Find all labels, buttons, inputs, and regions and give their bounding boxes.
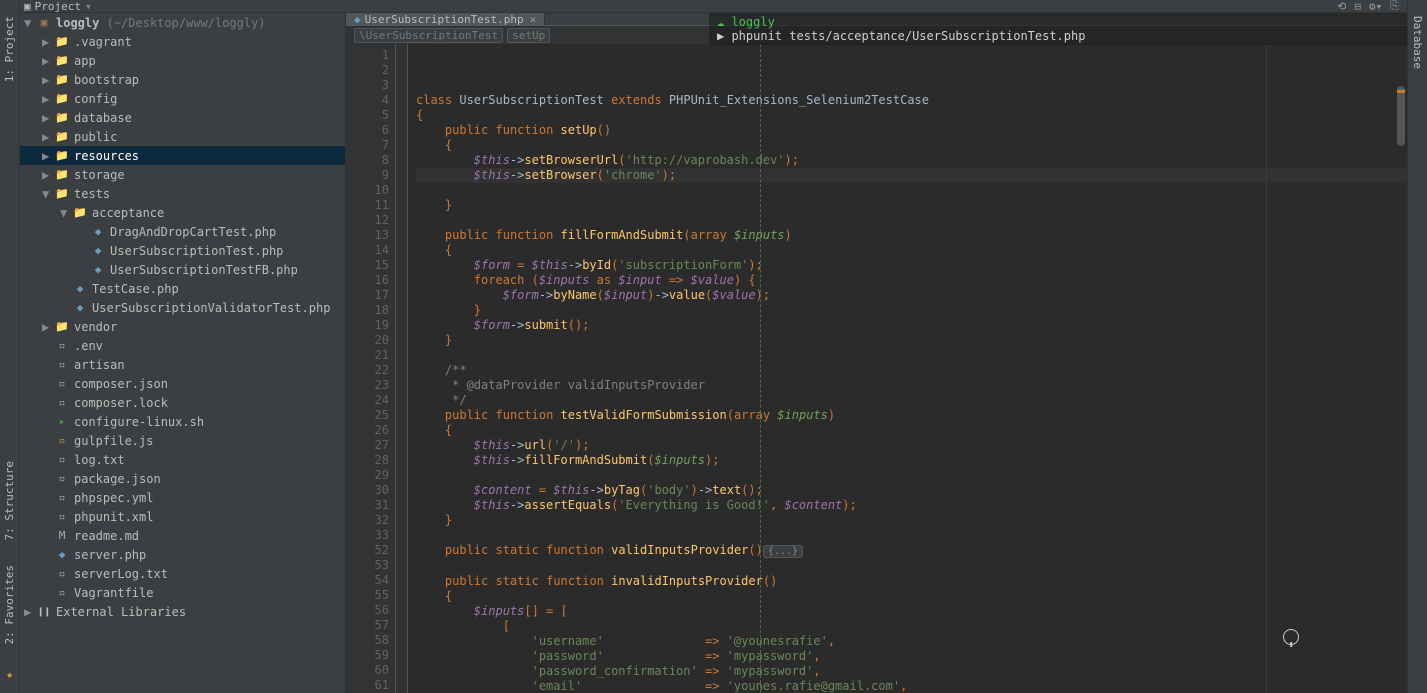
tree-folder[interactable]: ▶📁resources (20, 146, 345, 165)
tree-folder[interactable]: ▶📁bootstrap (20, 70, 345, 89)
breadcrumb-class[interactable]: \UserSubscriptionTest (354, 28, 503, 43)
breadcrumb-method[interactable]: setUp (507, 28, 550, 43)
tree-root[interactable]: ▼▣ loggly (~/Desktop/www/loggly) (20, 13, 345, 32)
library-icon: ❙❙ (36, 605, 52, 618)
tree-file[interactable]: ▫composer.lock (20, 393, 345, 412)
tree-folder[interactable]: ▶📁app (20, 51, 345, 70)
file-icon: ◆ (72, 301, 88, 314)
tree-folder[interactable]: ▶📁config (20, 89, 345, 108)
tab-filename: UserSubscriptionTest.php (365, 13, 524, 26)
project-label: Project (35, 0, 81, 13)
external-libraries[interactable]: ▶❙❙ External Libraries (20, 602, 345, 621)
php-file-icon: ◆ (354, 13, 361, 26)
tree-file[interactable]: ▫phpunit.xml (20, 507, 345, 526)
folder-icon: 📁 (54, 130, 70, 143)
tab-favorites-vertical[interactable]: 2: Favorites (1, 561, 18, 648)
file-icon: ◆ (90, 263, 106, 276)
file-icon: ◆ (72, 282, 88, 295)
tree-file[interactable]: ▫gulpfile.js (20, 431, 345, 450)
tree-file[interactable]: ◆UserSubscriptionTest.php (20, 241, 345, 260)
tab-project-vertical[interactable]: 1: Project (1, 12, 18, 86)
close-icon[interactable]: × (530, 13, 537, 26)
file-icon: ▫ (54, 510, 70, 523)
editor-tab[interactable]: ◆ UserSubscriptionTest.php × (346, 13, 545, 25)
tree-folder[interactable]: ▶📁storage (20, 165, 345, 184)
tree-file[interactable]: ◆UserSubscriptionTestFB.php (20, 260, 345, 279)
file-icon: ▫ (54, 472, 70, 485)
tree-folder[interactable]: ▶📁database (20, 108, 345, 127)
project-icon: ▣ (24, 0, 31, 13)
tree-file[interactable]: ▫log.txt (20, 450, 345, 469)
editor-tabbar: ◆ UserSubscriptionTest.php × (346, 13, 1407, 26)
tree-file[interactable]: ◆server.php (20, 545, 345, 564)
folder-icon: 📁 (54, 168, 70, 181)
code-area[interactable]: 1234567891011121314151617181920212223242… (346, 44, 1407, 693)
scrollbar-thumb[interactable] (1397, 86, 1405, 146)
code-content[interactable]: class UserSubscriptionTest extends PHPUn… (408, 44, 1407, 693)
hide-icon[interactable]: ⎘ (1390, 0, 1399, 13)
file-icon: ▫ (54, 434, 70, 447)
gear-icon[interactable]: ⚙▾ (1369, 0, 1382, 13)
tree-file[interactable]: ▫Vagrantfile (20, 583, 345, 602)
file-icon: ▸ (54, 415, 70, 428)
folder-icon: 📁 (54, 54, 70, 67)
file-icon: ▫ (54, 567, 70, 580)
folder-icon: 📁 (72, 206, 88, 219)
tree-file[interactable]: ◆TestCase.php (20, 279, 345, 298)
tree-file[interactable]: ◆UserSubscriptionValidatorTest.php (20, 298, 345, 317)
tree-folder[interactable]: ▼📁acceptance (20, 203, 345, 222)
file-icon: ▫ (54, 491, 70, 504)
tree-file[interactable]: ▫artisan (20, 355, 345, 374)
tree-folder[interactable]: ▶📁.vagrant (20, 32, 345, 51)
tree-file[interactable]: ▫composer.json (20, 374, 345, 393)
folder-icon: 📁 (54, 35, 70, 48)
folder-icon: 📁 (54, 187, 70, 200)
folder-icon: ▣ (36, 16, 52, 29)
folder-icon: 📁 (54, 111, 70, 124)
folder-icon: 📁 (54, 320, 70, 333)
star-icon: ★ (4, 664, 15, 685)
tree-file[interactable]: ▸configure-linux.sh (20, 412, 345, 431)
project-tree[interactable]: ▼▣ loggly (~/Desktop/www/loggly) ▶📁.vagr… (20, 13, 346, 693)
left-tool-gutter: 1: Project 7: Structure 2: Favorites ★ (0, 0, 20, 693)
file-icon: ▫ (54, 339, 70, 352)
scroll-icon[interactable]: ⟲ (1337, 0, 1346, 13)
file-icon: ◆ (90, 225, 106, 238)
tree-file[interactable]: ▫package.json (20, 469, 345, 488)
tree-folder[interactable]: ▶📁vendor (20, 317, 345, 336)
chevron-down-icon[interactable]: ▾ (85, 0, 92, 13)
file-icon: M (54, 529, 70, 542)
tree-file[interactable]: ▫serverLog.txt (20, 564, 345, 583)
file-icon: ▫ (54, 586, 70, 599)
tab-database-vertical[interactable]: Database (1409, 12, 1426, 73)
editor: ◆ UserSubscriptionTest.php × \UserSubscr… (346, 13, 1407, 693)
line-gutter: 1234567891011121314151617181920212223242… (346, 44, 396, 693)
folder-icon: 📁 (54, 149, 70, 162)
tree-file[interactable]: ◆DragAndDropCartTest.php (20, 222, 345, 241)
tab-structure-vertical[interactable]: 7: Structure (1, 457, 18, 544)
tree-file[interactable]: Mreadme.md (20, 526, 345, 545)
collapse-icon[interactable]: ⊟ (1354, 0, 1361, 13)
folder-icon: 📁 (54, 73, 70, 86)
fold-gutter[interactable] (396, 44, 408, 693)
folder-icon: 📁 (54, 92, 70, 105)
project-toolbar: ▣ Project ▾ ⟲ ⊟ ⚙▾ ⎘ (20, 0, 1407, 13)
file-icon: ▫ (54, 377, 70, 390)
breadcrumb[interactable]: \UserSubscriptionTest setUp (346, 26, 1407, 44)
tree-file[interactable]: ▫.env (20, 336, 345, 355)
tree-file[interactable]: ▫phpspec.yml (20, 488, 345, 507)
tree-folder[interactable]: ▶📁public (20, 127, 345, 146)
file-icon: ◆ (54, 548, 70, 561)
file-icon: ▫ (54, 358, 70, 371)
tree-folder[interactable]: ▼📁tests (20, 184, 345, 203)
right-tool-gutter: Database (1407, 0, 1427, 693)
file-icon: ▫ (54, 396, 70, 409)
marker (1397, 90, 1405, 93)
file-icon: ▫ (54, 453, 70, 466)
file-icon: ◆ (90, 244, 106, 257)
